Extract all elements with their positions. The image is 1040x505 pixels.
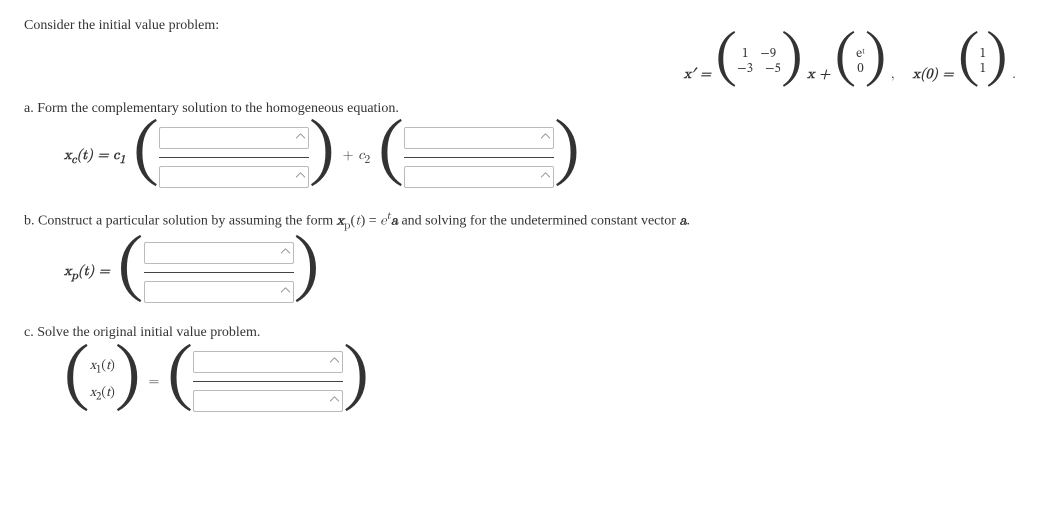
part-c-equals: =	[148, 373, 159, 390]
f1: eᵗ	[856, 48, 865, 62]
part-a-vec2-row2[interactable]	[404, 166, 554, 188]
part-c-x1-label: x1(t)	[90, 360, 115, 377]
part-b-row1[interactable]	[144, 242, 294, 264]
m11: 1	[742, 48, 748, 62]
part-c-x2-label: x2(t)	[90, 387, 115, 404]
part-a-vec1-row2[interactable]	[159, 166, 309, 188]
part-a-prompt: a. Form the complementary solution to th…	[24, 101, 1016, 117]
eqn-between1: x +	[807, 67, 830, 81]
part-a-mid: + c2	[343, 147, 371, 167]
m22: −5	[765, 63, 781, 77]
part-c-prompt: c. Solve the original initial value prob…	[24, 325, 1016, 341]
m21: −3	[737, 63, 753, 77]
part-c-row1[interactable]	[193, 351, 343, 373]
vector-divider	[404, 157, 554, 158]
eqn-comma: ,	[891, 67, 895, 81]
main-equation: x′ = ( 1 −9 −3 −5 ) x + ( eᵗ 0 )	[24, 48, 1016, 83]
vector-divider	[193, 381, 343, 382]
vector-divider	[144, 272, 294, 273]
m12: −9	[760, 48, 776, 62]
ic-lhs: x(0) =	[913, 67, 954, 81]
f2: 0	[857, 63, 863, 77]
part-c-row2[interactable]	[193, 390, 343, 412]
part-a-vec2-row1[interactable]	[404, 127, 554, 149]
part-b-prompt: b. Construct a particular solution by as…	[24, 210, 1016, 232]
vector-divider	[159, 157, 309, 158]
eqn-lhs: x′ =	[684, 67, 711, 81]
part-a-vec1-row1[interactable]	[159, 127, 309, 149]
part-b-lhs: xp(t) =	[64, 263, 110, 283]
eqn-period: .	[1012, 67, 1016, 81]
part-b-row2[interactable]	[144, 281, 294, 303]
part-a-lhs: xc(t) = c1	[64, 147, 125, 167]
